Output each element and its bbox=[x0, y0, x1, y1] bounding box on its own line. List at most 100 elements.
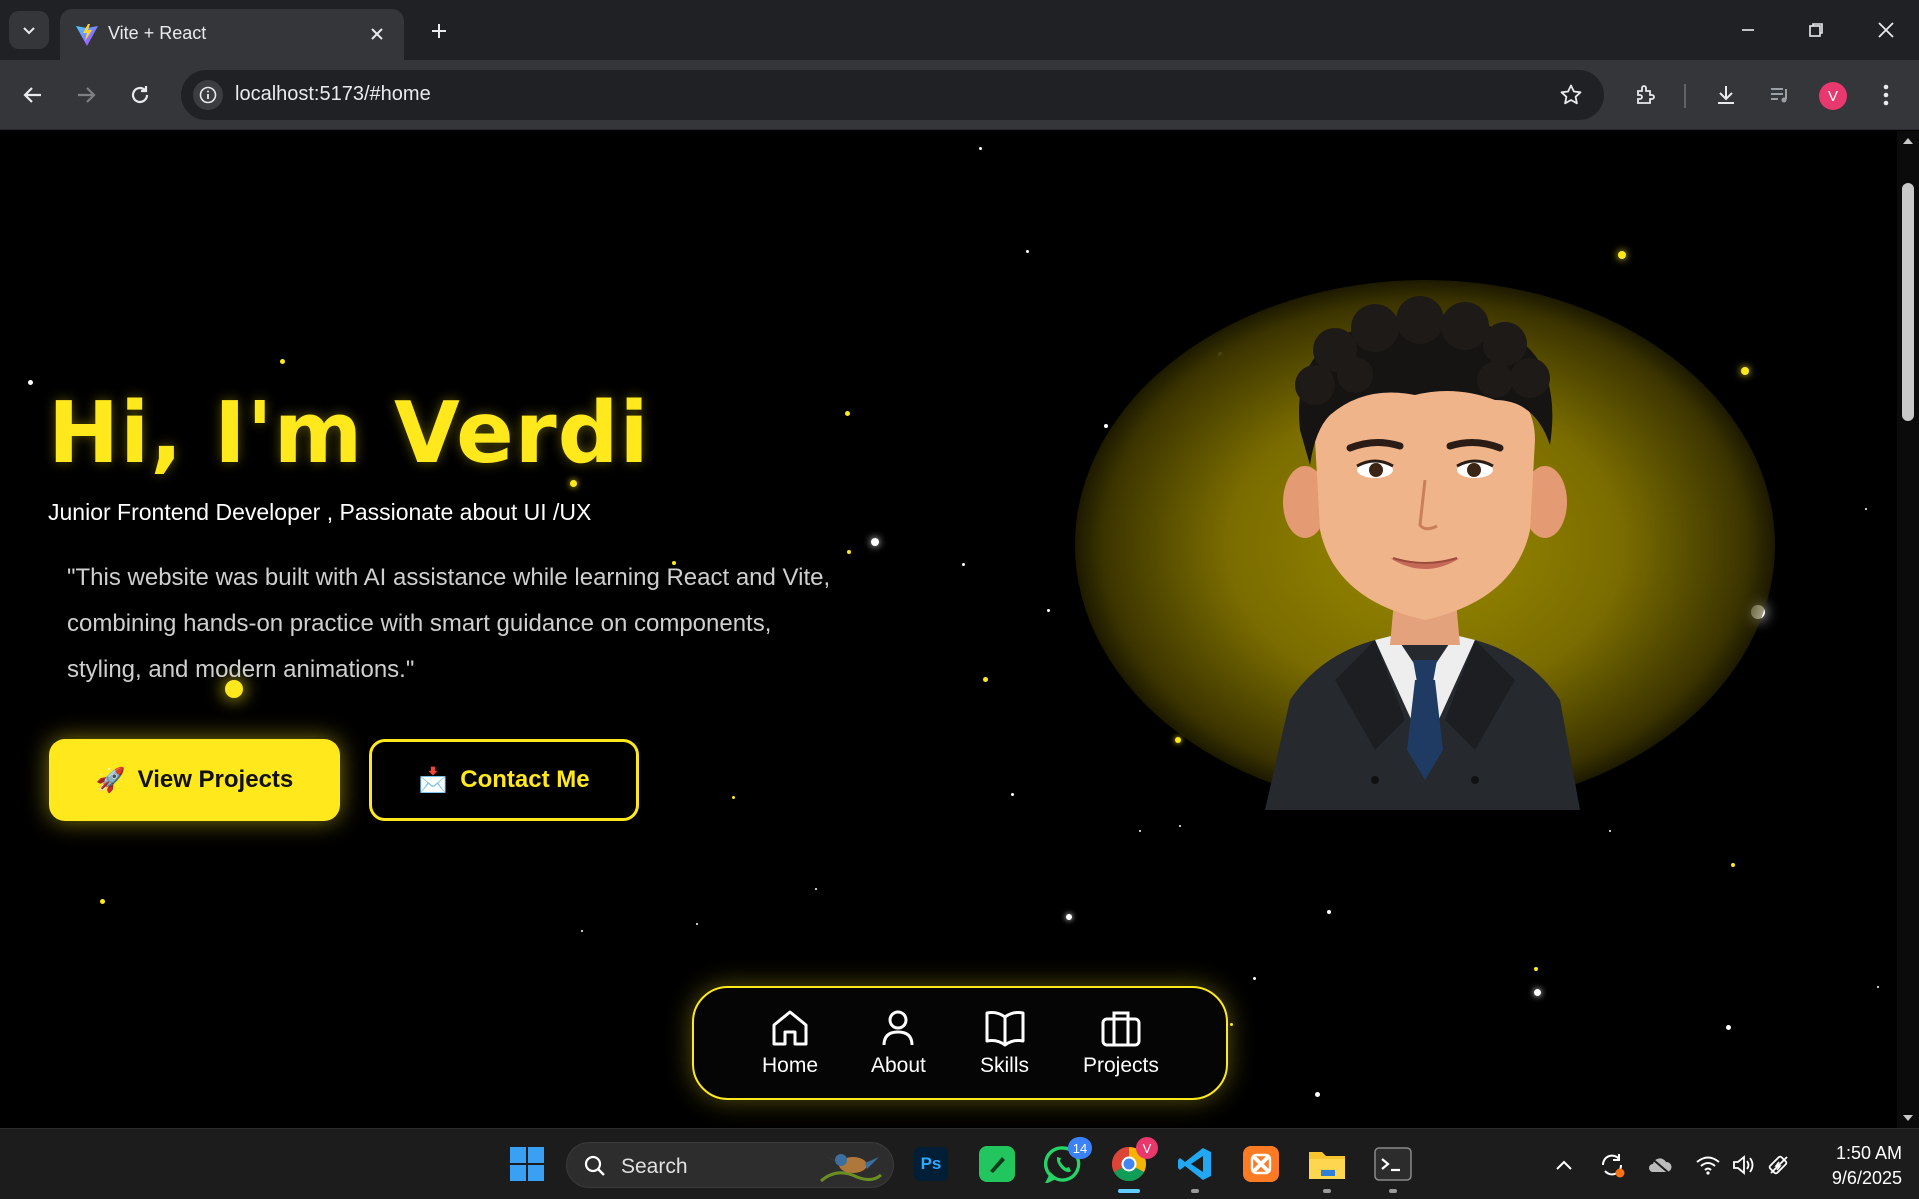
forward-button[interactable] bbox=[67, 76, 105, 114]
star-dot bbox=[1618, 251, 1626, 259]
user-icon bbox=[882, 1010, 914, 1046]
page-viewport: Hi, I'm Verdi Junior Frontend Developer … bbox=[0, 131, 1897, 1128]
nav-item-label: Home bbox=[762, 1054, 819, 1077]
star-dot bbox=[1327, 910, 1331, 914]
bookmark-button[interactable] bbox=[1556, 80, 1586, 110]
browser-tab-active[interactable]: Vite + React bbox=[60, 9, 404, 60]
cloud-off-icon bbox=[1649, 1156, 1672, 1175]
info-icon bbox=[199, 86, 217, 104]
xampp-app[interactable] bbox=[1240, 1143, 1282, 1185]
whatsapp-unread-badge: 14 bbox=[1068, 1137, 1092, 1159]
star-dot bbox=[99, 898, 105, 904]
close-icon bbox=[1878, 22, 1894, 38]
address-bar[interactable]: localhost:5173/#home bbox=[181, 70, 1604, 120]
wifi-tray-button[interactable] bbox=[1694, 1151, 1722, 1179]
nav-item-home[interactable]: Home bbox=[762, 1008, 818, 1078]
sync-tray-button[interactable] bbox=[1598, 1151, 1626, 1179]
star-dot bbox=[1731, 863, 1735, 867]
star-dot bbox=[1533, 988, 1541, 996]
taskbar-search-box[interactable]: Search bbox=[566, 1142, 894, 1188]
chrome-app[interactable]: V bbox=[1108, 1137, 1158, 1193]
hero-quote: "This website was built with AI assistan… bbox=[67, 555, 897, 693]
arrow-right-icon bbox=[78, 87, 96, 103]
onedrive-tray-button[interactable] bbox=[1646, 1151, 1674, 1179]
minimize-button[interactable] bbox=[1728, 12, 1768, 48]
photoshop-icon: Ps bbox=[914, 1147, 948, 1181]
star-dot bbox=[844, 410, 850, 416]
envelope-icon: 📩 bbox=[418, 766, 449, 794]
site-info-button[interactable] bbox=[193, 80, 223, 110]
running-app-indicator bbox=[1323, 1189, 1331, 1193]
new-tab-button[interactable] bbox=[422, 14, 456, 48]
extensions-button[interactable] bbox=[1627, 76, 1665, 114]
reload-button[interactable] bbox=[121, 76, 159, 114]
running-app-indicator bbox=[1389, 1189, 1397, 1193]
scroll-down-icon[interactable] bbox=[1902, 1112, 1914, 1124]
tab-title: Vite + React bbox=[108, 23, 207, 43]
chrome-profile-badge: V bbox=[1136, 1137, 1158, 1159]
star-dot bbox=[1725, 1024, 1731, 1030]
downloads-button[interactable] bbox=[1707, 76, 1745, 114]
whatsapp-app[interactable]: 14 bbox=[1042, 1137, 1092, 1185]
speaker-icon bbox=[1733, 1155, 1754, 1175]
media-controls-button[interactable] bbox=[1761, 76, 1799, 114]
reload-icon bbox=[131, 86, 149, 104]
start-button[interactable] bbox=[506, 1143, 548, 1185]
star-dot bbox=[27, 379, 33, 385]
book-icon bbox=[985, 1011, 1024, 1047]
close-icon bbox=[371, 28, 383, 40]
plus-icon bbox=[432, 24, 446, 38]
scrollbar-thumb[interactable] bbox=[1902, 183, 1914, 421]
volume-tray-button[interactable] bbox=[1730, 1151, 1758, 1179]
photoshop-app[interactable]: Ps bbox=[910, 1143, 952, 1185]
show-hidden-icons-button[interactable] bbox=[1550, 1151, 1578, 1179]
page-scrollbar[interactable] bbox=[1897, 131, 1919, 1128]
nav-item-label: About bbox=[871, 1054, 926, 1077]
contact-me-label: Contact Me bbox=[460, 766, 590, 793]
xampp-icon bbox=[1243, 1146, 1279, 1182]
toolbar-separator bbox=[1684, 84, 1686, 108]
star-dot bbox=[1066, 914, 1072, 920]
quote-line: styling, and modern animations." bbox=[67, 656, 415, 683]
notes-app[interactable] bbox=[976, 1143, 1018, 1185]
url-text[interactable]: localhost:5173/#home bbox=[235, 83, 431, 106]
star-dot bbox=[982, 676, 988, 682]
chrome-menu-button[interactable] bbox=[1867, 76, 1905, 114]
restore-button[interactable] bbox=[1796, 12, 1836, 48]
star-dot bbox=[581, 930, 583, 932]
quote-line: combining hands-on practice with smart g… bbox=[67, 610, 772, 637]
star-dot bbox=[1877, 986, 1879, 988]
star-dot bbox=[1314, 1091, 1320, 1097]
close-window-button[interactable] bbox=[1866, 12, 1906, 48]
chevron-up-icon bbox=[1556, 1160, 1572, 1170]
star-dot bbox=[1025, 249, 1029, 253]
home-icon bbox=[772, 1010, 808, 1046]
scroll-up-icon[interactable] bbox=[1902, 135, 1914, 147]
profile-avatar[interactable]: V bbox=[1819, 82, 1847, 110]
back-button[interactable] bbox=[14, 76, 52, 114]
quote-line: "This website was built with AI assistan… bbox=[67, 564, 831, 591]
star-dot bbox=[1534, 967, 1538, 971]
view-projects-button[interactable]: 🚀 View Projects bbox=[49, 739, 340, 821]
contact-me-button[interactable]: 📩 Contact Me bbox=[369, 739, 639, 821]
puzzle-icon bbox=[1637, 85, 1655, 104]
search-icon bbox=[584, 1155, 605, 1176]
star-dot bbox=[978, 146, 982, 150]
system-clock[interactable]: 1:50 AM 9/6/2025 bbox=[1812, 1141, 1902, 1191]
file-explorer-app[interactable] bbox=[1306, 1143, 1348, 1193]
browser-toolbar: localhost:5173/#home V bbox=[0, 60, 1919, 130]
nav-item-skills[interactable]: Skills bbox=[980, 1008, 1029, 1078]
windows-taskbar: Search Ps 14 V 1:50 AM 9/6/2025 bbox=[0, 1128, 1919, 1199]
terminal-app[interactable] bbox=[1372, 1143, 1414, 1193]
queue-music-icon bbox=[1771, 88, 1787, 103]
vscode-app[interactable] bbox=[1174, 1143, 1216, 1193]
nav-item-projects[interactable]: Projects bbox=[1083, 1008, 1159, 1078]
star-dot bbox=[1010, 792, 1014, 796]
battery-tray-button[interactable] bbox=[1766, 1151, 1794, 1179]
nav-item-about[interactable]: About bbox=[871, 1008, 926, 1078]
star-dot bbox=[1865, 508, 1867, 510]
tab-search-button[interactable] bbox=[9, 11, 49, 49]
clock-date: 9/6/2025 bbox=[1831, 1168, 1902, 1188]
star-dot bbox=[1252, 976, 1256, 980]
tab-close-button[interactable] bbox=[364, 21, 390, 47]
